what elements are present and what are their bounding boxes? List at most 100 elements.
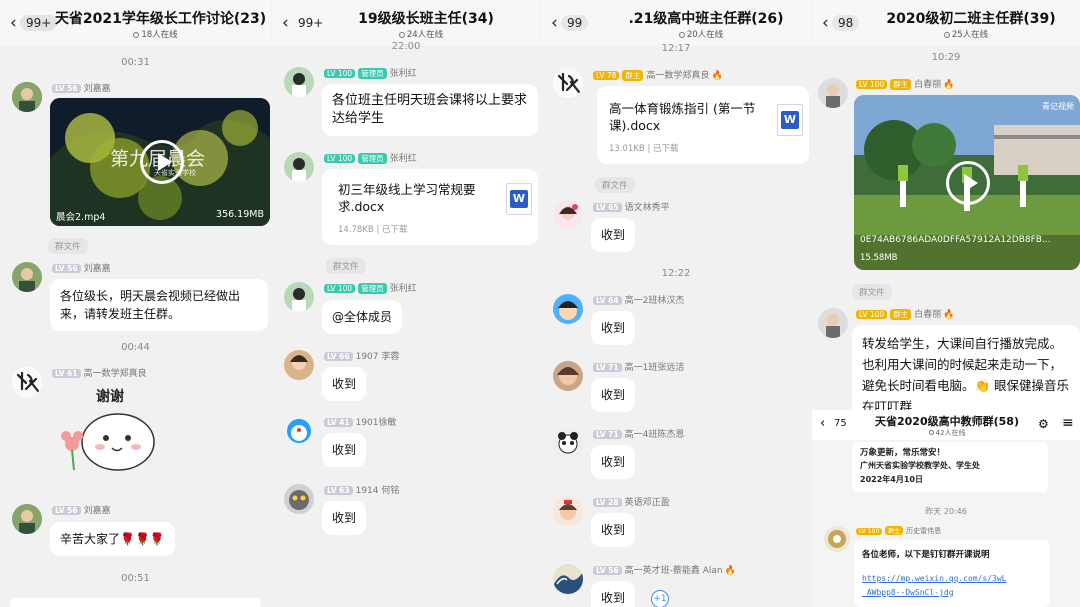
avatar[interactable] [284,282,314,312]
chat-collage: ‹ 99+ 天省2021学年级长工作讨论(23) 18人在线 00:31 LV … [0,0,1080,607]
avatar[interactable] [12,504,42,534]
avatar[interactable] [818,78,848,108]
notice-message[interactable]: 万象更新，常乐常安！ 广州天省实验学校教学处、学生处 2022年4月10日 [852,442,1048,492]
chat-panel-3: ‹ 99 .21级高中班主任群(26) 20人在线 12:17 LV 78 群主高… [541,0,811,607]
avatar[interactable] [553,294,583,324]
message-bubble[interactable]: 辛苦大家了🌹🌹🌹 [50,522,175,556]
avatar[interactable] [553,496,583,526]
avatar[interactable] [553,428,583,458]
online-count: 24人在线 [406,30,444,40]
avatar[interactable] [824,526,850,552]
inset-header: ‹ 75 天省2020级高中教师群(58) 42人在线 ⚙ ≡ [812,410,1080,440]
calligraphy-avatar[interactable] [553,68,583,98]
sender-name: 刘嘉嘉 [83,264,111,274]
flame-icon: 🔥 [943,80,955,90]
level-badge: LV 56 [52,506,81,515]
online-dot-icon [133,31,140,38]
level-badge: LV 64 [593,296,622,305]
calligraphy-avatar[interactable] [12,367,42,397]
video-filename: 晨会2.mp4 [56,212,106,223]
admin-badge: 管理员 [358,153,387,164]
file-message[interactable]: 高一体育锻炼指引 (第一节课).docx 13.01KB | 已下载 W [597,86,809,164]
message-bubble[interactable]: 收到 [591,513,636,547]
avatar[interactable] [284,484,314,514]
level-badge: LV 65 [593,203,622,212]
menu-icon[interactable]: ≡ [1062,415,1074,431]
plus-one-button[interactable]: +1 [651,590,669,607]
admin-badge: 管理员 [358,68,387,79]
online-dot-icon [943,31,950,38]
play-icon[interactable] [946,161,990,205]
avatar[interactable] [553,361,583,391]
sender-line: LV 28 英语邓正盈 [593,495,670,508]
thank-you-sticker[interactable]: 谢谢 [56,384,160,476]
avatar[interactable] [284,152,314,182]
group-file-badge[interactable]: 群文件 [852,284,892,300]
level-badge: LV 100 [856,310,888,319]
avatar[interactable] [553,564,583,594]
chat-title: .21级高中班主任群(26) [628,11,784,27]
sender-line: LV 41 1901徐敏 [324,415,397,428]
online-dot-icon [928,430,934,435]
video-size: 356.19MB [216,209,264,220]
sender-name: 刘嘉嘉 [83,506,111,516]
sender-name: 1907 李蓉 [355,352,400,362]
timestamp: 00:51 [121,573,150,584]
link-message[interactable]: 各位老师，以下是钉钉群开课说明 https://mp.weixin.qq.com… [854,540,1050,607]
message-bubble[interactable]: 收到 [322,433,367,467]
word-doc-icon: W [506,183,532,215]
avatar[interactable] [818,308,848,338]
level-badge: LV 56 [52,264,81,273]
video-message[interactable]: 青记视频 0E74AB6786ADA0DFFA57912A12DB8FB... … [854,95,1080,270]
group-file-badge[interactable]: 群文件 [48,238,88,254]
sender-line: LV 100 管理员 张利红 [324,281,417,294]
message-bubble[interactable]: 各位级长，明天晨会视频已经做出来，请转发班主任群。 [50,279,268,331]
play-icon[interactable] [140,140,184,184]
level-badge: LV 41 [324,418,353,427]
message-bubble[interactable]: 各位班主任明天班会课将以上要求达给学生 [322,84,538,136]
message-bubble[interactable]: 收到 [322,367,367,401]
group-file-badge[interactable]: 群文件 [326,258,366,274]
message-bubble[interactable]: 收到 [591,581,636,607]
unread-badge[interactable]: 75 [834,418,847,429]
online-dot-icon [678,31,685,38]
back-icon[interactable]: ‹ [820,416,825,431]
video-message[interactable]: 第九届晨会 天省实验学校 晨会2.mp4 356.19MB [50,98,270,226]
sender-line: LV 78 群主 高一数学郑真良 🔥 [593,68,723,81]
notice-line: 万象更新，常乐常安！ [860,448,946,458]
message-bubble[interactable]: @全体成员 [322,300,403,334]
sender-line: LV 100 群主 历史雷伟恩 [856,526,941,536]
file-size: 14.78KB | 已下载 [338,225,408,235]
owner-badge: 群主 [885,526,904,535]
link[interactable]: https://mp.weixin.qq.com/s/3wL [862,574,1007,583]
avatar[interactable] [12,82,42,112]
avatar[interactable] [12,262,42,292]
sender-line: LV 66 1907 李蓉 [324,349,399,362]
group-file-badge[interactable]: 群文件 [595,177,635,193]
message-bubble[interactable]: 收到 [591,311,636,345]
sender-line: LV 63 1914 何铭 [324,483,399,496]
avatar[interactable] [284,350,314,380]
file-size: 13.01KB | 已下载 [609,144,679,154]
level-badge: LV 100 [324,154,356,163]
avatar[interactable] [553,200,583,230]
inset-chat-screenshot: ‹ 75 天省2020级高中教师群(58) 42人在线 ⚙ ≡ 万象更新，常乐常… [812,410,1080,607]
message-bubble[interactable]: 收到 [591,378,636,412]
avatar[interactable] [284,67,314,97]
sender-name: 张利红 [389,69,417,79]
video-filename: 0E74AB6786ADA0DFFA57912A12DB8FB... [860,235,1051,245]
timestamp: 12:17 [661,43,691,54]
group-settings-icon[interactable]: ⚙ [1038,417,1049,431]
notice-line: 广州天省实验学校教学处、学生处 [860,461,980,470]
link[interactable]: _AWbpp8--DwSnCl-jdg [862,588,954,597]
flame-icon: 🔥 [724,566,736,576]
sender-name: 高一英才班-蔡能鑫 Alan [624,566,723,576]
avatar[interactable] [284,416,314,446]
word-doc-icon: W [777,104,803,136]
sender-name: 高一数学郑真良 [646,71,710,81]
message-bubble[interactable]: 收到 [591,445,636,479]
message-bubble[interactable]: 收到 [591,218,636,252]
message-bubble[interactable]: 收到 [322,501,367,535]
timestamp: 12:22 [661,268,691,279]
file-message[interactable]: 初三年级线上学习常规要求.docx 14.78KB | 已下载 W [322,169,538,245]
